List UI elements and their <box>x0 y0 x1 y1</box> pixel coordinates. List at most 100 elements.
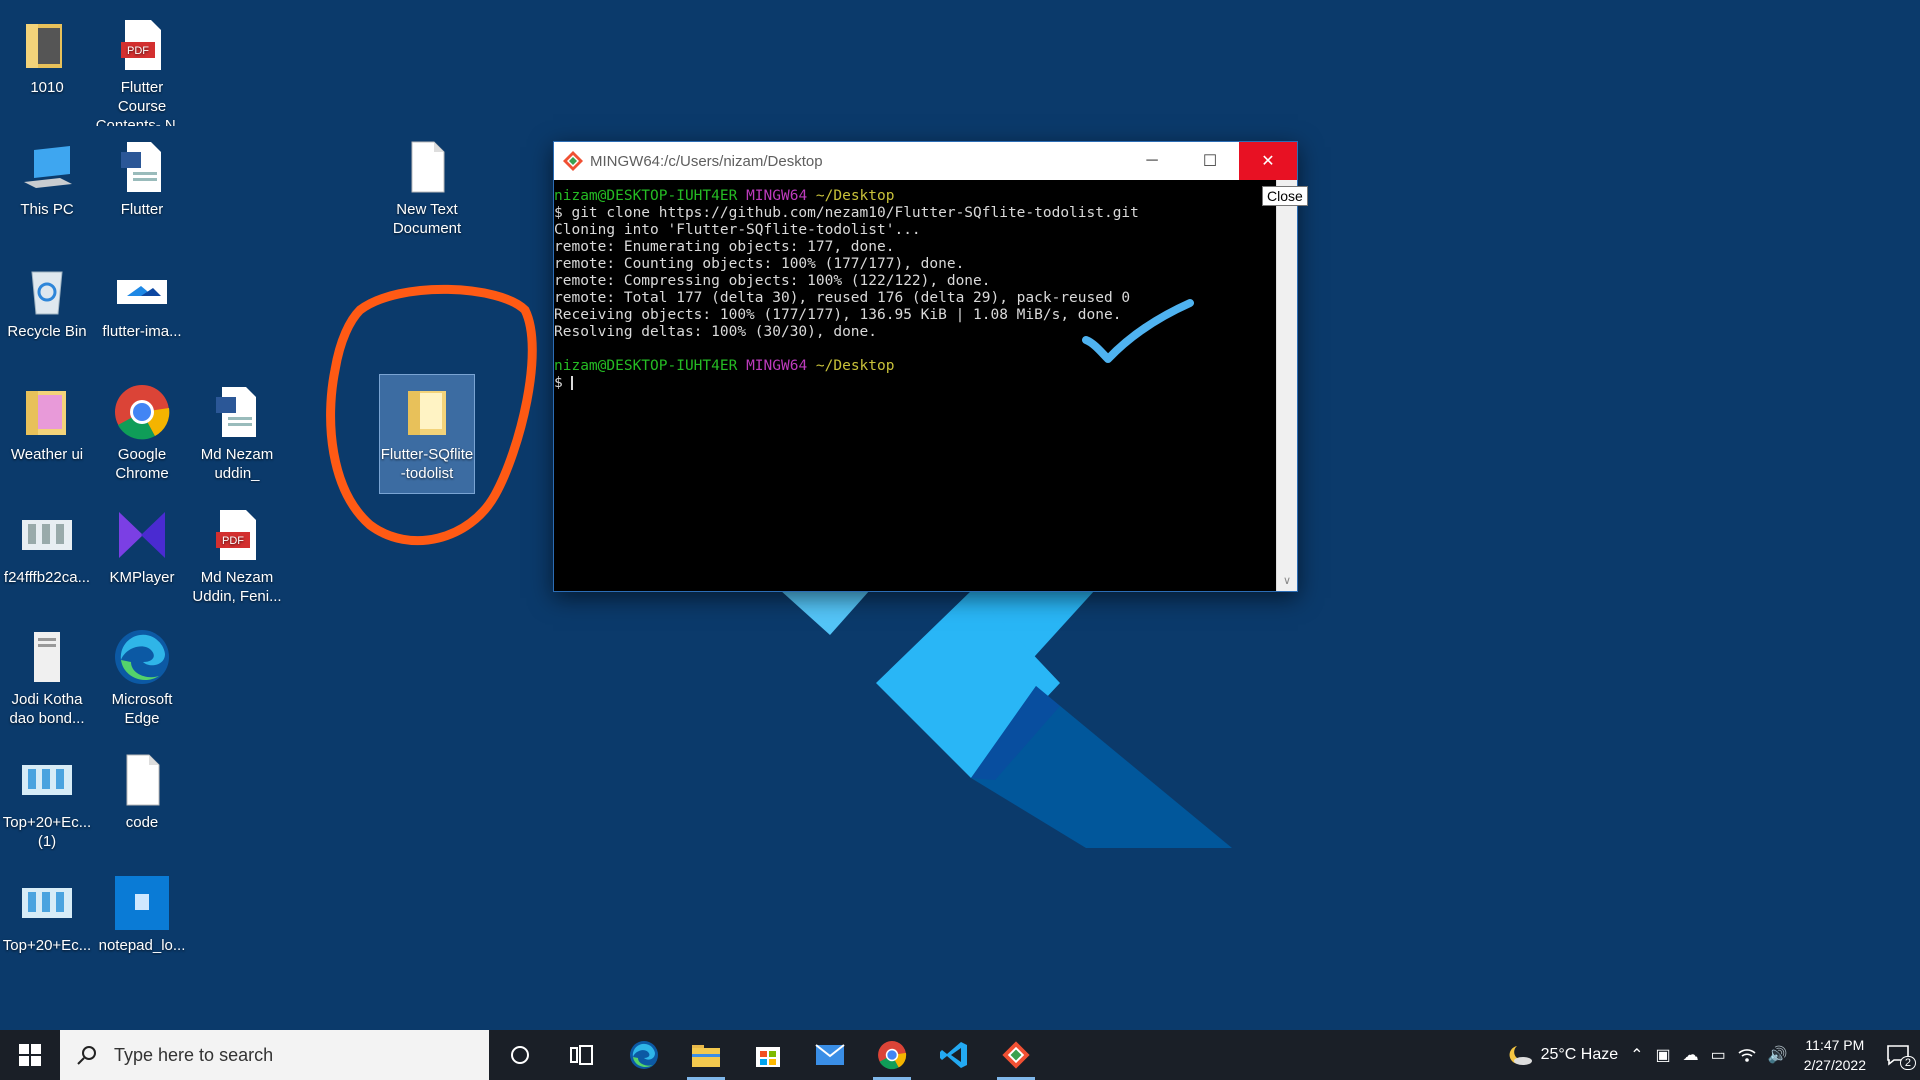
minimize-button[interactable]: ─ <box>1123 142 1181 180</box>
prompt-dir: ~/Desktop <box>815 188 895 204</box>
blue-checkmark-annotation <box>1082 299 1194 363</box>
image-file-icon <box>113 260 171 318</box>
desktop-icon-md-nezam-uddin-feni-pdf[interactable]: PDF Md Nezam Uddin, Feni... <box>190 498 284 616</box>
desktop-icon-recycle-bin[interactable]: Recycle Bin <box>0 252 94 370</box>
kmplayer-icon <box>113 506 171 564</box>
prompt-env: MINGW64 <box>746 358 808 374</box>
maximize-icon: ☐ <box>1202 153 1218 170</box>
onedrive-cloud-icon[interactable]: ☁ <box>1683 1045 1699 1065</box>
desktop-icon-this-pc[interactable]: This PC <box>0 130 94 248</box>
terminal-line: remote: Counting objects: 100% (177/177)… <box>554 256 965 272</box>
taskbar-edge[interactable] <box>613 1030 675 1080</box>
mail-icon <box>815 1044 845 1065</box>
windows-logo-icon <box>19 1044 41 1066</box>
notepad-icon <box>113 874 171 932</box>
maximize-button[interactable]: ☐ <box>1181 142 1239 180</box>
close-button[interactable]: ✕ <box>1239 142 1297 180</box>
pdf-file-icon: PDF <box>208 506 266 564</box>
image-file-icon <box>18 506 76 564</box>
wifi-icon[interactable] <box>1738 1047 1756 1063</box>
terminal-line: Resolving deltas: 100% (30/30), done. <box>554 324 878 340</box>
pdf-file-icon: PDF <box>113 16 171 74</box>
terminal-output[interactable]: nizam@DESKTOP-IUHT4ER MINGW64 ~/Desktop … <box>554 180 1277 591</box>
terminal-scrollbar[interactable]: ∨ <box>1276 180 1297 591</box>
terminal-line: remote: Compressing objects: 100% (122/1… <box>554 273 991 289</box>
desktop-icon-microsoft-edge[interactable]: Microsoft Edge <box>95 620 189 738</box>
vscode-icon <box>940 1042 967 1068</box>
text-cursor <box>571 376 574 390</box>
svg-text:PDF: PDF <box>222 535 244 547</box>
orange-circle-annotation <box>326 284 537 545</box>
prompt-dir: ~/Desktop <box>815 358 895 374</box>
clock-date: 2/27/2022 <box>1803 1057 1866 1073</box>
taskbar-chrome[interactable] <box>861 1030 923 1080</box>
taskbar-microsoft-store[interactable] <box>737 1030 799 1080</box>
taskbar-file-explorer[interactable] <box>675 1030 737 1080</box>
task-view-button[interactable] <box>551 1030 613 1080</box>
scroll-down-arrow-icon[interactable]: ∨ <box>1277 574 1297 587</box>
terminal-line: remote: Total 177 (delta 30), reused 176… <box>554 290 1131 306</box>
prompt-user: nizam@DESKTOP-IUHT4ER <box>554 188 738 204</box>
image-file-icon <box>18 751 76 809</box>
desktop-icon-f24fffb22ca[interactable]: f24fffb22ca... <box>0 498 94 616</box>
search-icon <box>60 1044 114 1066</box>
clock[interactable]: 11:47 PM 2/27/2022 <box>1804 1035 1866 1075</box>
desktop-icon-kmplayer[interactable]: KMPlayer <box>95 498 189 616</box>
git-bash-icon <box>563 151 583 171</box>
desktop-icon-notepad-lo[interactable]: notepad_lo... <box>95 866 189 984</box>
cortana-circle-icon <box>511 1046 529 1064</box>
cortana-button[interactable] <box>489 1030 551 1080</box>
window-title: MINGW64:/c/Users/nizam/Desktop <box>590 152 823 170</box>
desktop-icon-1010[interactable]: 1010 <box>0 8 94 126</box>
volume-icon[interactable]: 🔊 <box>1768 1045 1788 1065</box>
moon-cloud-icon <box>1509 1046 1532 1065</box>
taskbar-git-bash[interactable] <box>985 1030 1047 1080</box>
prompt-user: nizam@DESKTOP-IUHT4ER <box>554 358 738 374</box>
terminal-line: Cloning into 'Flutter-SQflite-todolist'.… <box>554 222 921 238</box>
text-file-icon <box>113 751 171 809</box>
notification-center-button[interactable]: 2 <box>1886 1044 1916 1070</box>
terminal-titlebar[interactable]: MINGW64:/c/Users/nizam/Desktop ─ ☐ ✕ <box>554 142 1297 180</box>
taskbar: Type here to search 25°C Haze ⌃ ▣ ☁ ▭ 🔊 … <box>0 1030 1920 1080</box>
folder-icon <box>18 16 76 74</box>
desktop-icon-flutter-image[interactable]: flutter-ima... <box>95 252 189 370</box>
taskbar-mail[interactable] <box>799 1030 861 1080</box>
file-explorer-icon <box>692 1045 720 1067</box>
store-icon <box>756 1047 780 1067</box>
terminal-line: remote: Enumerating objects: 177, done. <box>554 239 895 255</box>
weather-widget[interactable]: 25°C Haze <box>1507 1044 1618 1066</box>
desktop-icon-new-text-document[interactable]: New Text Document <box>380 130 474 248</box>
desktop-icon-top20[interactable]: Top+20+Ec... <box>0 866 94 984</box>
show-hidden-icons-button[interactable]: ⌃ <box>1630 1045 1643 1065</box>
desktop-icon-weather-ui[interactable]: Weather ui <box>0 375 94 493</box>
notification-count-badge: 2 <box>1899 1056 1916 1070</box>
taskbar-search-box[interactable]: Type here to search <box>60 1030 489 1080</box>
desktop-icon-flutter-doc[interactable]: Flutter <box>95 130 189 248</box>
word-document-icon <box>208 383 266 441</box>
document-icon <box>18 628 76 686</box>
desktop-icon-top20-1[interactable]: Top+20+Ec... (1) <box>0 743 94 861</box>
folder-icon <box>18 383 76 441</box>
taskbar-vscode[interactable] <box>923 1030 985 1080</box>
minimize-icon: ─ <box>1146 152 1158 169</box>
desktop-icon-flutter-course-pdf[interactable]: PDF Flutter Course Contents- N... <box>95 8 189 126</box>
terminal-line: $ git clone https://github.com/nezam10/F… <box>554 205 1139 221</box>
desktop-icon-md-nezam-uddin-doc[interactable]: Md Nezam uddin_ <box>190 375 284 493</box>
desktop-icon-code[interactable]: code <box>95 743 189 861</box>
text-file-icon <box>398 138 456 196</box>
chrome-icon <box>113 383 171 441</box>
prompt-symbol: $ <box>554 375 572 391</box>
meet-now-icon[interactable]: ▣ <box>1656 1045 1671 1065</box>
start-button[interactable] <box>0 1030 60 1080</box>
prompt-env: MINGW64 <box>746 188 808 204</box>
edge-icon <box>630 1041 658 1069</box>
desktop-icon-google-chrome[interactable]: Google Chrome <box>95 375 189 493</box>
terminal-line: Receiving objects: 100% (177/177), 136.9… <box>554 307 1122 323</box>
edge-icon <box>113 628 171 686</box>
task-view-icon <box>570 1045 593 1065</box>
desktop-icon-jodi-kotha[interactable]: Jodi Kotha dao bond... <box>0 620 94 738</box>
git-bash-icon <box>1002 1041 1030 1069</box>
word-document-icon <box>113 138 171 196</box>
close-tooltip: Close <box>1262 186 1308 206</box>
battery-icon[interactable]: ▭ <box>1711 1045 1726 1065</box>
